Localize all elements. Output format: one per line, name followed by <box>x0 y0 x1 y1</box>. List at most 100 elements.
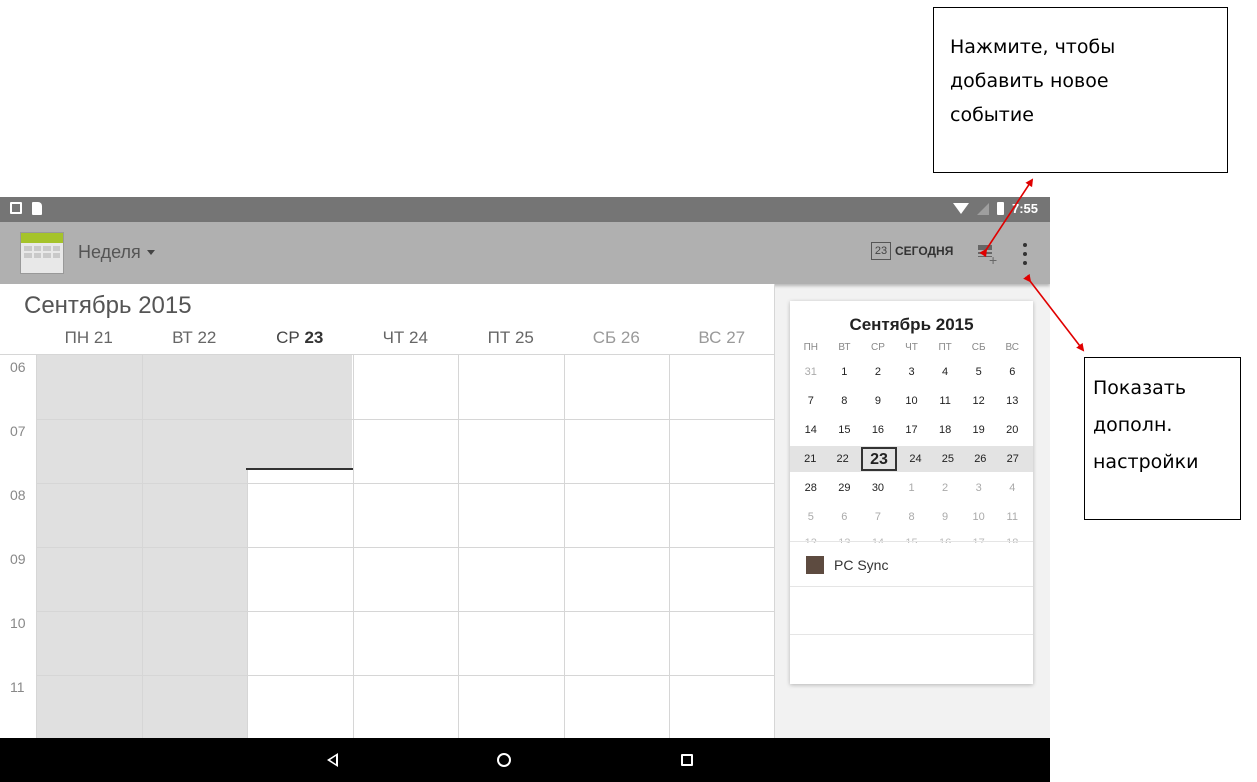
mini-month-weekday: СБ <box>971 342 986 353</box>
hour-gridline <box>36 483 775 484</box>
mini-month-day[interactable]: 11 <box>995 504 1029 530</box>
mini-month-day[interactable]: 4 <box>928 359 962 385</box>
overflow-menu-button[interactable] <box>1020 243 1030 265</box>
mini-month-day[interactable]: 10 <box>895 388 929 414</box>
day-header[interactable]: ПТ 25 <box>458 328 564 348</box>
day-header-num: 27 <box>726 328 746 347</box>
day-header-dow: СР <box>276 328 300 347</box>
mini-month-week: 5 6 7 8 9 10 11 <box>794 504 1029 530</box>
today-elapsed-area <box>246 355 352 469</box>
mini-month-day[interactable]: 20 <box>995 417 1029 443</box>
mini-month-day[interactable]: 30 <box>861 475 895 501</box>
mini-month-day[interactable]: 2 <box>861 359 895 385</box>
day-header-num: 23 <box>304 328 324 347</box>
home-icon <box>497 753 511 767</box>
callout-line: Нажмите, чтобы <box>950 36 1116 58</box>
day-header[interactable]: ЧТ 24 <box>353 328 459 348</box>
day-header-num: 22 <box>197 328 217 347</box>
mini-month-day[interactable]: 6 <box>828 504 862 530</box>
mini-month-day[interactable]: 19 <box>962 417 996 443</box>
mini-month-day[interactable]: 17 <box>895 417 929 443</box>
plus-icon: + <box>989 252 998 268</box>
mini-month-day[interactable]: 5 <box>962 359 996 385</box>
mini-month-day[interactable]: 23 <box>860 447 898 471</box>
mini-month-day[interactable]: 27 <box>997 446 1029 472</box>
mini-month-day[interactable]: 18 <box>928 417 962 443</box>
add-event-button[interactable]: + <box>976 245 998 268</box>
calendar-list-item[interactable]: PC Sync <box>790 541 1033 587</box>
callout-line: событие <box>950 104 1034 126</box>
hour-label: 11 <box>10 679 25 695</box>
mini-month-day[interactable]: 1 <box>828 359 862 385</box>
mini-month-day[interactable]: 9 <box>861 388 895 414</box>
day-header[interactable]: СБ 26 <box>564 328 670 348</box>
day-header[interactable]: ВТ 22 <box>142 328 248 348</box>
mini-month-day[interactable]: 5 <box>794 504 828 530</box>
day-header[interactable]: ВС 27 <box>669 328 775 348</box>
mini-month-weekday: СР <box>870 342 885 353</box>
day-header-num: 25 <box>514 328 534 347</box>
mini-month-day[interactable]: 22 <box>826 446 858 472</box>
day-headers: ПН 21 ВТ 22 СР 23 ЧТ 24 ПТ 25 СБ 26 ВС 27 <box>36 328 775 354</box>
mini-month-day[interactable]: 21 <box>794 446 826 472</box>
day-header[interactable]: ПН 21 <box>36 328 142 348</box>
mini-month-week: 7 8 9 10 11 12 13 <box>794 388 1029 414</box>
recents-icon <box>681 754 693 766</box>
day-header-num: 21 <box>93 328 113 347</box>
callout-more-options: Показать дополн. настройки <box>1084 357 1241 520</box>
mini-month-day[interactable]: 28 <box>794 475 828 501</box>
mini-month-day[interactable]: 4 <box>995 475 1029 501</box>
gallery-notification-icon <box>10 202 22 214</box>
mini-month-day[interactable]: 3 <box>962 475 996 501</box>
mini-month-weekday: ЧТ <box>905 342 918 353</box>
mini-month-day[interactable]: 13 <box>995 388 1029 414</box>
mini-month-day[interactable]: 31 <box>794 359 828 385</box>
mini-month-panel: Сентябрь 2015 ПН ВТ СР ЧТ ПТ СБ ВС 31 1 2 3 4 5 6 7 8 9 1… <box>790 301 1033 684</box>
day-header-dow: ЧТ <box>382 328 405 347</box>
mini-month-day[interactable]: 10 <box>962 504 996 530</box>
mini-month-day[interactable]: 7 <box>861 504 895 530</box>
view-mode-label: Неделя <box>78 242 141 262</box>
mini-month-day[interactable]: 8 <box>828 388 862 414</box>
mini-month-day[interactable]: 3 <box>895 359 929 385</box>
hour-gridline <box>36 547 775 548</box>
mini-month-day[interactable]: 16 <box>861 417 895 443</box>
recents-button[interactable] <box>676 749 698 771</box>
mini-month-week: 21 22 23 24 25 26 27 <box>790 446 1033 472</box>
mini-month-day[interactable]: 25 <box>932 446 964 472</box>
day-header[interactable]: СР 23 <box>247 328 353 348</box>
mini-month-day[interactable]: 6 <box>995 359 1029 385</box>
callout-line: настройки <box>1093 451 1199 473</box>
time-grid[interactable]: 06 07 08 09 10 11 <box>0 354 775 739</box>
mini-month-day[interactable]: 11 <box>928 388 962 414</box>
mini-month-week: 28 29 30 1 2 3 4 <box>794 475 1029 501</box>
mini-month-weekday: ПН <box>803 342 818 353</box>
today-calendar-icon: 23 <box>871 242 891 260</box>
hour-label: 09 <box>10 551 26 567</box>
mini-month-day[interactable]: 2 <box>928 475 962 501</box>
back-button[interactable] <box>321 749 343 771</box>
battery-icon <box>996 202 1004 215</box>
mini-month-weekday: ВС <box>1005 342 1020 353</box>
calendar-color-swatch <box>806 556 824 574</box>
mini-month-day[interactable]: 24 <box>899 446 931 472</box>
today-button[interactable]: 23 СЕГОДНЯ <box>871 242 953 260</box>
wifi-icon <box>952 203 969 214</box>
view-mode-dropdown[interactable]: Неделя <box>78 242 155 263</box>
back-icon <box>326 753 338 767</box>
mini-month-day[interactable]: 7 <box>794 388 828 414</box>
home-button[interactable] <box>493 749 515 771</box>
divider <box>790 634 1033 635</box>
mini-month-day[interactable]: 26 <box>964 446 996 472</box>
mini-month-day[interactable]: 29 <box>828 475 862 501</box>
mini-month-week: 14 15 16 17 18 19 20 <box>794 417 1029 443</box>
mini-month-day[interactable]: 8 <box>895 504 929 530</box>
mini-month-title: Сентябрь 2015 <box>849 315 974 334</box>
mini-month-day[interactable]: 9 <box>928 504 962 530</box>
callout-add-event: Нажмите, чтобы добавить новое событие <box>933 7 1228 173</box>
mini-month-day[interactable]: 12 <box>962 388 996 414</box>
mini-month-day[interactable]: 14 <box>794 417 828 443</box>
mini-month-day[interactable]: 15 <box>828 417 862 443</box>
mini-month-day[interactable]: 1 <box>895 475 929 501</box>
sd-card-icon <box>32 202 42 215</box>
